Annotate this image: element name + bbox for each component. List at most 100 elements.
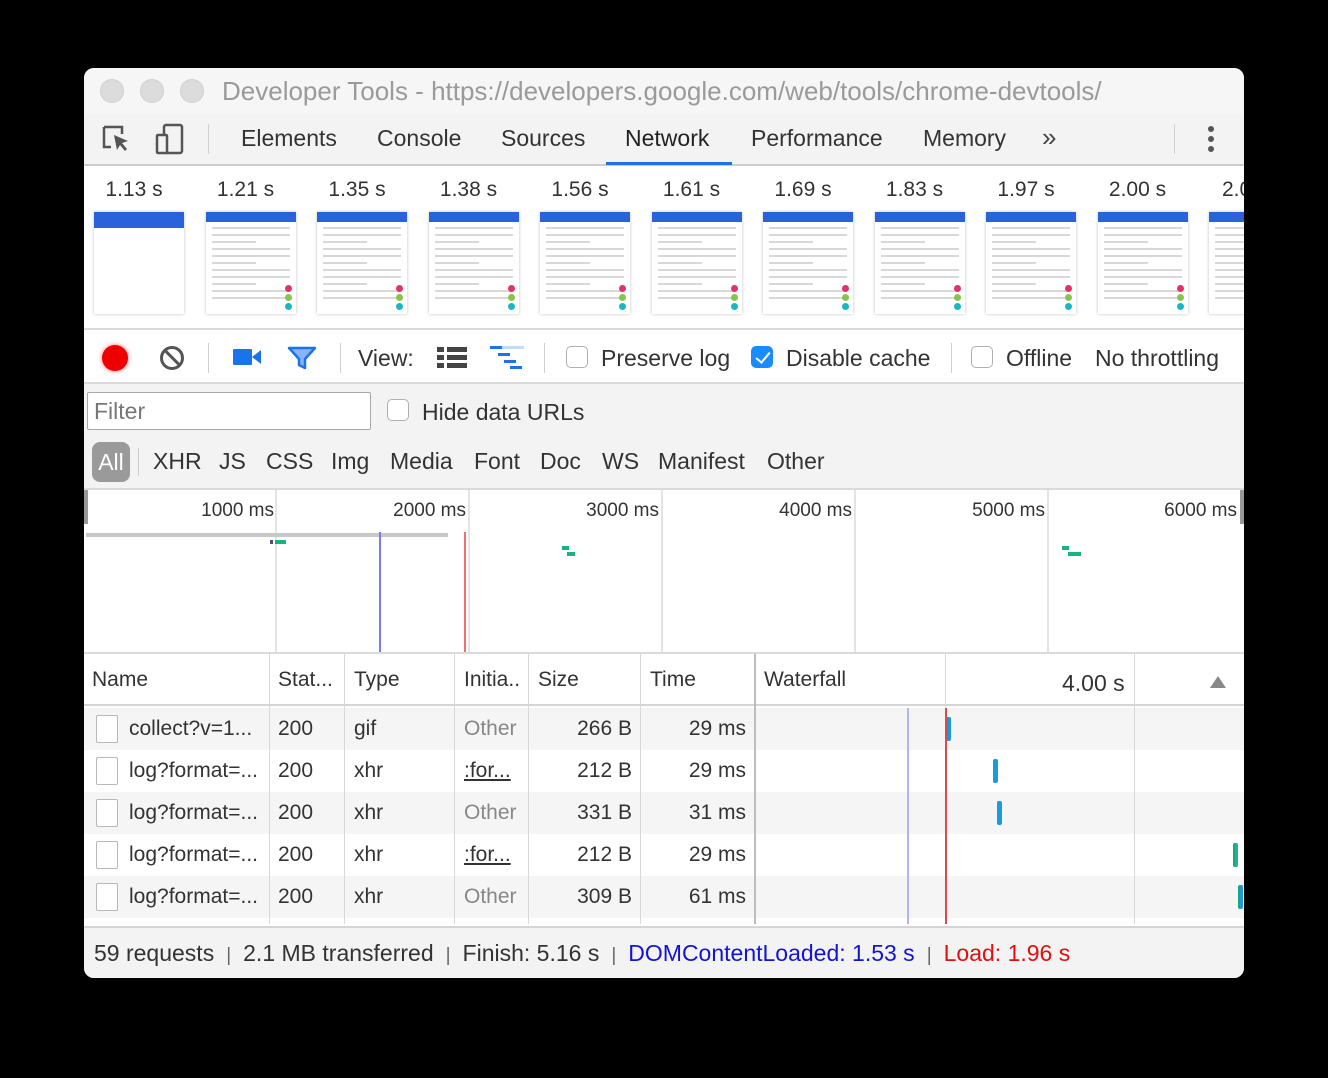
column-header-status[interactable]: Stat...: [278, 668, 333, 692]
request-initiator[interactable]: :for...: [464, 759, 511, 783]
request-type: xhr: [354, 801, 384, 824]
overview-right-handle[interactable]: [1240, 490, 1244, 524]
column-header-time[interactable]: Time: [650, 668, 696, 692]
tab-network[interactable]: Network: [625, 125, 709, 152]
finish-time: Finish: 5.16 s: [462, 940, 600, 966]
disable-cache-checkbox[interactable]: [751, 346, 773, 368]
request-name[interactable]: log?format=...: [129, 843, 258, 867]
column-divider[interactable]: [640, 654, 641, 924]
request-name[interactable]: log?format=...: [129, 759, 258, 783]
overview-request-mark: [1062, 546, 1069, 550]
waterfall-dom-content-loaded-line: [907, 708, 909, 924]
type-filter-img[interactable]: Img: [331, 448, 369, 475]
summary-bar: 59 requests | 2.1 MB transferred | Finish: 5…: [84, 926, 1244, 978]
frame-screenshot-thumbnail: [1097, 212, 1188, 314]
frame-screenshot-thumbnail: [763, 212, 853, 314]
tab-performance[interactable]: Performance: [751, 125, 883, 152]
overview-tick-label: 6000 ms: [1164, 500, 1237, 521]
waterfall-bar[interactable]: [993, 759, 998, 783]
request-name[interactable]: collect?v=1...: [129, 717, 252, 741]
overview-tick-label: 3000 ms: [586, 500, 659, 521]
close-window-button[interactable]: [100, 79, 124, 103]
type-filter-all[interactable]: All: [92, 442, 130, 482]
table-row[interactable]: log?format=... 200 xhr Other 331 B 31 ms: [84, 792, 1244, 834]
overview-request-mark: [270, 540, 273, 544]
column-divider[interactable]: [528, 654, 529, 924]
request-name[interactable]: log?format=...: [129, 801, 258, 825]
table-row[interactable]: log?format=... 200 xhr Other 309 B 61 ms: [84, 876, 1244, 918]
kebab-menu-icon[interactable]: [1206, 124, 1216, 156]
dom-content-loaded-marker: [379, 532, 381, 652]
column-header-waterfall[interactable]: Waterfall: [764, 668, 846, 692]
request-initiator[interactable]: :for...: [464, 843, 511, 867]
request-size: 331 B: [577, 801, 632, 824]
tab-memory[interactable]: Memory: [923, 125, 1006, 152]
column-divider[interactable]: [344, 654, 345, 924]
tab-sources[interactable]: Sources: [501, 125, 585, 152]
overview-waterfall-icon[interactable]: [490, 346, 524, 370]
toolbar-divider: [208, 343, 209, 373]
dom-content-loaded-time: DOMContentLoaded: 1.53 s: [628, 940, 915, 966]
minimize-window-button[interactable]: [140, 79, 164, 103]
preserve-log-checkbox[interactable]: [566, 346, 588, 368]
overview-left-handle[interactable]: [84, 490, 88, 524]
column-divider[interactable]: [269, 654, 270, 924]
table-row[interactable]: collect?v=1... 200 gif Other 266 B 29 ms: [84, 708, 1244, 750]
type-filter-ws[interactable]: WS: [602, 448, 639, 475]
tab-console[interactable]: Console: [377, 125, 461, 152]
column-header-type[interactable]: Type: [354, 668, 400, 692]
throttling-select[interactable]: No throttling: [1095, 345, 1219, 372]
type-filter-manifest[interactable]: Manifest: [658, 448, 745, 475]
frame-screenshot-thumbnail: [428, 212, 519, 314]
offline-checkbox[interactable]: [971, 346, 993, 368]
inspect-element-icon[interactable]: [100, 123, 132, 155]
frame-timestamp: 1.69 s: [774, 178, 832, 201]
waterfall-bar[interactable]: [1238, 885, 1243, 909]
type-filter-media[interactable]: Media: [390, 448, 453, 475]
request-initiator: Other: [464, 801, 517, 824]
summary-separator: |: [611, 945, 617, 966]
filter-input[interactable]: [87, 392, 371, 430]
waterfall-divider[interactable]: [754, 654, 756, 924]
column-header-name[interactable]: Name: [92, 668, 148, 692]
waterfall-bar[interactable]: [997, 801, 1002, 825]
frame-timestamp: 1.21 s: [216, 178, 275, 201]
column-divider[interactable]: [454, 654, 455, 924]
type-filter-css[interactable]: CSS: [266, 448, 313, 475]
frame-screenshot-thumbnail: [94, 212, 184, 314]
capture-screenshots-icon[interactable]: [233, 348, 261, 366]
file-icon: [96, 841, 118, 869]
active-tab-indicator: [606, 162, 732, 165]
column-header-size[interactable]: Size: [538, 668, 579, 692]
request-initiator: Other: [464, 717, 517, 740]
record-button[interactable]: [102, 345, 128, 371]
overview-gridline: [275, 490, 277, 652]
large-rows-view-icon[interactable]: [437, 347, 467, 369]
table-row[interactable]: log?format=... 200 xhr:for... 212 B 29 ms: [84, 750, 1244, 792]
devtools-window: Developer Tools - https://developers.goo…: [84, 68, 1244, 978]
hide-data-urls-checkbox[interactable]: [387, 399, 409, 421]
table-row[interactable]: log?format=... 200 xhr:for... 212 B 29 ms: [84, 834, 1244, 876]
network-toolbar: View: Preserve log Disable cache Offline…: [84, 332, 1244, 384]
overview-tick-label: 4000 ms: [779, 500, 852, 521]
overview-tick-label: 1000 ms: [201, 500, 274, 521]
more-tabs-icon[interactable]: »: [1042, 122, 1056, 153]
network-overview[interactable]: 1000 ms 2000 ms 3000 ms 4000 ms 5000 ms …: [84, 490, 1244, 654]
type-filter-font[interactable]: Font: [474, 448, 520, 475]
request-status: 200: [278, 759, 314, 782]
requests-table: Name Stat... Type Initia.. Size Time Wat…: [84, 654, 1244, 926]
tab-elements[interactable]: Elements: [241, 125, 337, 152]
type-filter-xhr[interactable]: XHR: [153, 448, 202, 475]
type-filter-js[interactable]: JS: [219, 448, 246, 475]
clear-icon[interactable]: [160, 346, 184, 370]
type-filter-doc[interactable]: Doc: [540, 448, 581, 475]
filter-icon[interactable]: [287, 345, 317, 371]
waterfall-bar[interactable]: [1233, 843, 1238, 867]
request-name[interactable]: log?format=...: [129, 885, 258, 909]
frame-timestamp: 1.56 s: [551, 178, 609, 201]
column-header-initiator[interactable]: Initia..: [464, 668, 520, 692]
maximize-window-button[interactable]: [180, 79, 204, 103]
sort-ascending-icon[interactable]: [1210, 676, 1226, 688]
type-filter-other[interactable]: Other: [767, 448, 825, 475]
device-toolbar-icon[interactable]: [154, 123, 186, 155]
